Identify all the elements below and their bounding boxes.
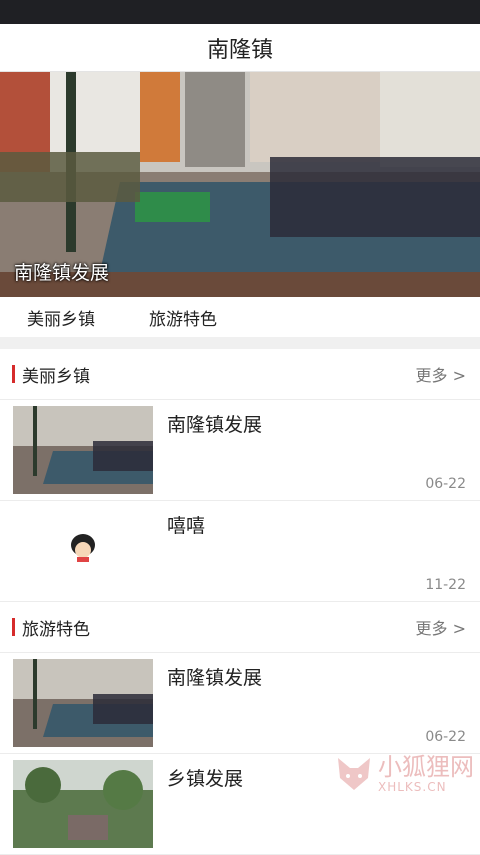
watermark: 小狐狸网 XHLKS.CN bbox=[334, 754, 474, 794]
item-date: 06-22 bbox=[425, 729, 466, 745]
section-header: 旅游特色 更多 > bbox=[0, 602, 480, 653]
section-title: 旅游特色 bbox=[22, 619, 90, 640]
list-item[interactable]: 南隆镇发展 06-22 bbox=[0, 400, 480, 501]
thumbnail-image bbox=[13, 659, 153, 747]
status-bar bbox=[0, 0, 480, 24]
section-divider bbox=[0, 337, 480, 349]
watermark-cn: 小狐狸网 bbox=[378, 753, 474, 781]
watermark-en: XHLKS.CN bbox=[378, 780, 447, 794]
title-bar: 南隆镇 bbox=[0, 24, 480, 72]
banner-caption: 南隆镇发展 bbox=[14, 262, 110, 284]
tab-tourism-features[interactable]: 旅游特色 bbox=[149, 305, 217, 330]
thumbnail-image bbox=[13, 507, 153, 595]
page-title: 南隆镇 bbox=[206, 37, 273, 63]
fox-logo-icon bbox=[338, 758, 370, 790]
tab-beautiful-town[interactable]: 美丽乡镇 bbox=[27, 305, 95, 330]
thumbnail-image bbox=[13, 760, 153, 848]
category-tabs: 美丽乡镇 旅游特色 bbox=[0, 297, 480, 337]
section-header: 美丽乡镇 更多 > bbox=[0, 349, 480, 400]
item-title: 乡镇发展 bbox=[167, 768, 244, 790]
item-date: 06-22 bbox=[425, 476, 466, 492]
section-marker bbox=[12, 365, 15, 383]
item-date: 11-22 bbox=[425, 577, 466, 593]
item-title: 南隆镇发展 bbox=[167, 667, 263, 689]
thumbnail-image bbox=[13, 406, 153, 494]
more-link[interactable]: 更多 > bbox=[416, 362, 467, 386]
list-item[interactable]: 南隆镇发展 06-22 bbox=[0, 653, 480, 754]
item-title: 嘻嘻 bbox=[167, 515, 206, 537]
list-item[interactable]: 嘻嘻 11-22 bbox=[0, 501, 480, 602]
section-marker bbox=[12, 618, 15, 636]
section-title: 美丽乡镇 bbox=[22, 366, 90, 387]
more-link[interactable]: 更多 > bbox=[416, 615, 467, 639]
item-title: 南隆镇发展 bbox=[167, 414, 263, 436]
banner-carousel[interactable]: 南隆镇发展 bbox=[0, 72, 480, 297]
